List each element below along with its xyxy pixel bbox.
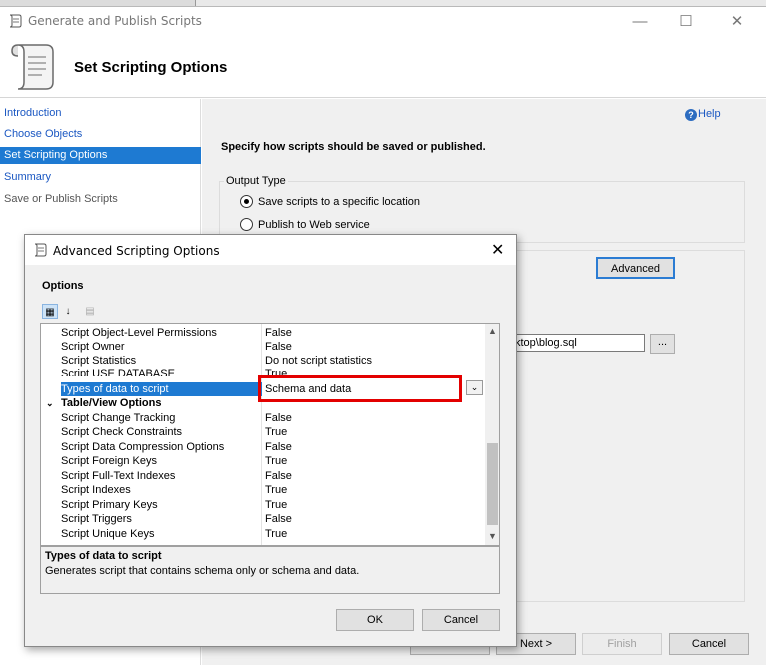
instruction-text: Specify how scripts should be saved or p… [221, 141, 486, 153]
publish-web-radio[interactable] [240, 218, 253, 231]
background-tab [0, 0, 196, 6]
grid-row[interactable]: Script Change Tracking False [41, 411, 485, 425]
grid-row[interactable]: Script Data Compression Options False [41, 440, 485, 454]
dialog-close-button[interactable]: ✕ [491, 240, 504, 260]
nav-item-save-or-publish: Save or Publish Scripts [4, 193, 118, 205]
property-pages-icon: ▤ [85, 306, 95, 317]
scroll-down-icon[interactable]: ▼ [487, 531, 498, 541]
finish-button: Finish [582, 633, 662, 655]
dialog-cancel-button[interactable]: Cancel [422, 609, 500, 631]
grid-row[interactable]: Script Full-Text Indexes False [41, 469, 485, 483]
output-type-label: Output Type [224, 175, 288, 187]
grid-row[interactable]: Script Primary Keys True [41, 498, 485, 512]
annotation-highlight-box [258, 375, 462, 402]
close-button[interactable]: ✕ [714, 11, 760, 33]
dropdown-chevron-icon[interactable]: ⌄ [466, 380, 483, 395]
advanced-button[interactable]: Advanced [596, 257, 675, 279]
nav-item-summary[interactable]: Summary [0, 169, 201, 186]
help-link[interactable]: Help [698, 108, 721, 120]
minimize-button[interactable]: — [617, 11, 663, 33]
categorized-icon[interactable]: ▦ [42, 304, 58, 319]
options-label: Options [42, 280, 84, 292]
grid-row[interactable]: Script Check Constraints True [41, 425, 485, 439]
sort-alphabetical-icon[interactable]: ↓ [60, 304, 76, 319]
scroll-large-icon [11, 44, 54, 90]
nav-item-set-scripting-options[interactable]: Set Scripting Options [0, 147, 201, 164]
description-text: Generates script that contains schema on… [45, 565, 360, 577]
nav-item-introduction[interactable]: Introduction [0, 105, 201, 122]
description-title: Types of data to script [45, 550, 162, 562]
save-to-location-radio[interactable] [240, 195, 253, 208]
page-title: Set Scripting Options [74, 59, 228, 76]
grid-row[interactable]: Script Indexes True [41, 483, 485, 497]
scroll-up-icon[interactable]: ▲ [487, 326, 498, 336]
ok-button[interactable]: OK [336, 609, 414, 631]
collapse-chevron-icon[interactable]: ⌄ [46, 396, 54, 410]
grid-row[interactable]: Script Object-Level Permissions False [41, 326, 485, 340]
grid-row[interactable]: Script Owner False [41, 340, 485, 354]
background-window-strip [0, 0, 766, 7]
options-property-grid: Script Object-Level Permissions False Scr… [40, 323, 500, 546]
grid-row[interactable]: Script Triggers False [41, 512, 485, 526]
grid-row[interactable]: Script Statistics Do not script statistic… [41, 354, 485, 368]
publish-web-label[interactable]: Publish to Web service [258, 219, 370, 231]
scroll-thumb[interactable] [487, 443, 498, 525]
help-icon[interactable]: ? [685, 109, 697, 121]
cancel-button[interactable]: Cancel [669, 633, 749, 655]
scroll-icon [9, 14, 22, 28]
save-to-location-label[interactable]: Save scripts to a specific location [258, 196, 420, 208]
grid-row[interactable]: Script Foreign Keys True [41, 454, 485, 468]
scroll-icon [34, 243, 47, 257]
file-options-group [512, 250, 745, 602]
maximize-button[interactable]: ☐ [663, 11, 709, 33]
window-title: Generate and Publish Scripts [28, 14, 202, 28]
dialog-title-bar: Advanced Scripting Options ✕ [25, 235, 516, 265]
dialog-title: Advanced Scripting Options [53, 244, 220, 258]
browse-button[interactable]: ... [650, 334, 675, 354]
grid-scrollbar[interactable]: ▲ ▼ [485, 324, 499, 545]
title-bar: Generate and Publish Scripts — ☐ ✕ [0, 7, 766, 35]
nav-item-choose-objects[interactable]: Choose Objects [0, 126, 201, 143]
page-header: Set Scripting Options [0, 35, 766, 98]
file-path-field[interactable]: ktop\blog.sql [512, 334, 645, 352]
grid-row[interactable]: Script Unique Keys True [41, 527, 485, 541]
advanced-scripting-dialog: Advanced Scripting Options ✕ Options ▦ ↓… [24, 234, 517, 647]
description-panel: Types of data to script Generates script… [40, 546, 500, 594]
